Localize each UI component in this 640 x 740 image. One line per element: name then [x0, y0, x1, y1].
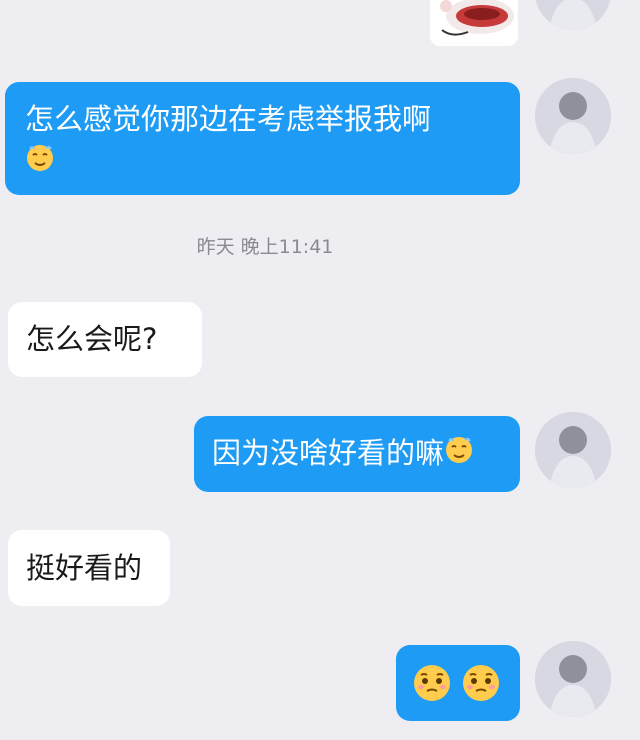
pleading-emoji — [412, 663, 452, 714]
message-text: 怎么会呢? — [26, 322, 158, 356]
message-text: 因为没啥好看的嘛 — [212, 436, 445, 470]
timestamp: 昨天 晚上11:41 — [196, 236, 334, 258]
cat-sticker[interactable] — [430, 0, 518, 46]
message-bubble-incoming[interactable]: 怎么会呢? — [8, 302, 202, 377]
sweat-smile-emoji — [444, 434, 474, 476]
pleading-emoji — [461, 663, 501, 714]
message-bubble-outgoing[interactable]: 怎么感觉你那边在考虑举报我啊 — [5, 82, 520, 195]
message-bubble-outgoing[interactable]: 因为没啥好看的嘛 — [194, 416, 520, 492]
my-avatar[interactable] — [535, 78, 611, 154]
message-text: 挺好看的 — [26, 551, 143, 585]
message-bubble-outgoing[interactable] — [396, 645, 520, 721]
message-text: 怎么感觉你那边在考虑举报我啊 — [25, 102, 432, 136]
my-avatar[interactable] — [535, 641, 611, 717]
my-avatar[interactable] — [535, 412, 611, 488]
my-avatar[interactable] — [535, 0, 611, 30]
message-bubble-incoming[interactable]: 挺好看的 — [8, 530, 170, 606]
sweat-smile-emoji — [25, 142, 55, 184]
